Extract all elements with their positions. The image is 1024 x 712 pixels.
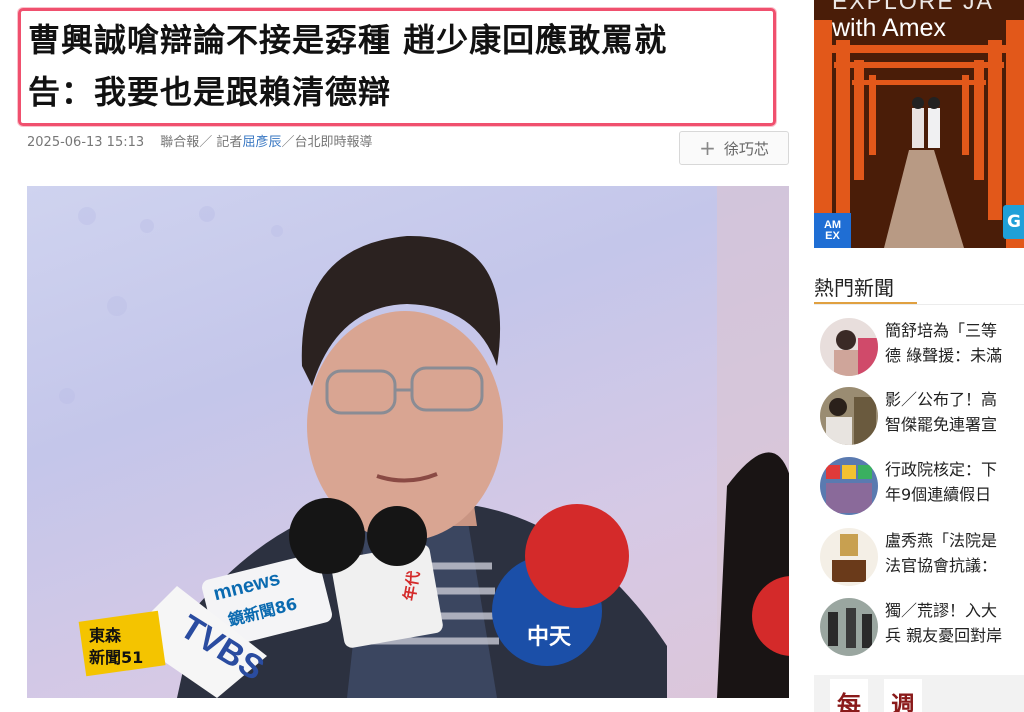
news-thumbnail [820,598,878,656]
news-title-line1: 行政院核定：下 [885,460,998,479]
news-title-line2: 法官協會抗議： [885,556,998,575]
hot-news-item[interactable]: 行政院核定：下 年9個連續假日 [820,457,1024,517]
news-title: 行政院核定：下 年9個連續假日 [885,457,1024,507]
article-photo[interactable]: mnews 鏡新聞86 TVBS 東森 新聞51 中天 年代 [27,186,789,698]
hot-news-heading: 熱門新聞 [814,276,894,300]
article-title-line1: 曹興誠嗆辯論不接是孬種 趙少康回應敢罵就 [28,21,668,59]
mic-label-eastern-sub: 新聞51 [89,648,143,667]
hot-news-item[interactable]: 獨／荒謬！入大 兵 親友憂回對岸 [820,598,1024,658]
news-thumbnail [820,457,878,515]
news-thumbnail [820,318,878,376]
news-title-line1: 獨／荒謬！入大 [885,601,998,620]
news-title-line1: 盧秀燕「法院是 [885,531,998,550]
article-date: 2025-06-13 15:13 [27,135,145,150]
follow-tag-label: 徐巧芯 [723,139,769,158]
article-location: ／台北即時報導 [281,135,373,150]
news-title-line2: 德 綠聲援：未滿 [885,346,1003,365]
mic-label-eastern: 東森 [89,626,122,645]
news-thumbnail [820,528,878,586]
reporter-link[interactable]: 屈彥辰 [242,135,281,150]
news-title: 影／公布了！高 智傑罷免連署宣 [885,387,1024,437]
hot-news-item[interactable]: 盧秀燕「法院是 法官協會抗議： [820,528,1024,588]
news-title-line1: 影／公布了！高 [885,390,998,409]
hot-news-item[interactable]: 簡舒培為「三等 德 綠聲援：未滿 [820,318,1024,378]
mic-label-ctitv: 中天 [527,625,572,650]
amex-logo: AM EX [814,213,851,248]
ad-edge-button[interactable]: G [1003,205,1024,239]
news-title-line2: 智傑罷免連署宣 [885,415,998,434]
news-title: 盧秀燕「法院是 法官協會抗議： [885,528,1024,578]
news-title-line1: 簡舒培為「三等 [885,321,998,340]
hot-news-underline [814,302,917,304]
ad-top-text: EXPLORE JA [832,0,994,14]
hot-news-divider [814,304,1024,305]
news-title-line2: 年9個連續假日 [885,485,992,504]
ad-title: with Amex [832,14,946,42]
amex-logo-line2: EX [825,229,840,242]
article-meta: 2025-06-13 15:13 聯合報／ 記者屈彥辰／台北即時報導 [27,131,372,150]
weekly-char-2: 週 [884,679,922,712]
article-title-line2: 告：我要也是跟賴清德辯 [28,73,392,111]
amex-ad-banner[interactable]: EXPLORE JA with Amex AM EX [814,0,1024,248]
hot-news-item[interactable]: 影／公布了！高 智傑罷免連署宣 [820,387,1024,447]
plus-icon: + [699,136,716,160]
follow-tag-button[interactable]: + 徐巧芯 [679,131,789,165]
amex-logo-line1: AM [823,218,842,231]
news-title: 獨／荒謬！入大 兵 親友憂回對岸 [885,598,1024,648]
news-title-line2: 兵 親友憂回對岸 [885,626,1003,645]
news-title: 簡舒培為「三等 德 綠聲援：未滿 [885,318,1024,368]
article-title: 曹興誠嗆辯論不接是孬種 趙少康回應敢罵就 告：我要也是跟賴清德辯 [28,14,773,118]
weekly-section-teaser[interactable]: 每 週 [814,675,1024,712]
press-conference-illustration: mnews 鏡新聞86 TVBS 東森 新聞51 中天 年代 [59,186,789,698]
article-source: 聯合報／ 記者 [160,135,243,150]
news-thumbnail [820,387,878,445]
weekly-char-1: 每 [830,679,868,712]
